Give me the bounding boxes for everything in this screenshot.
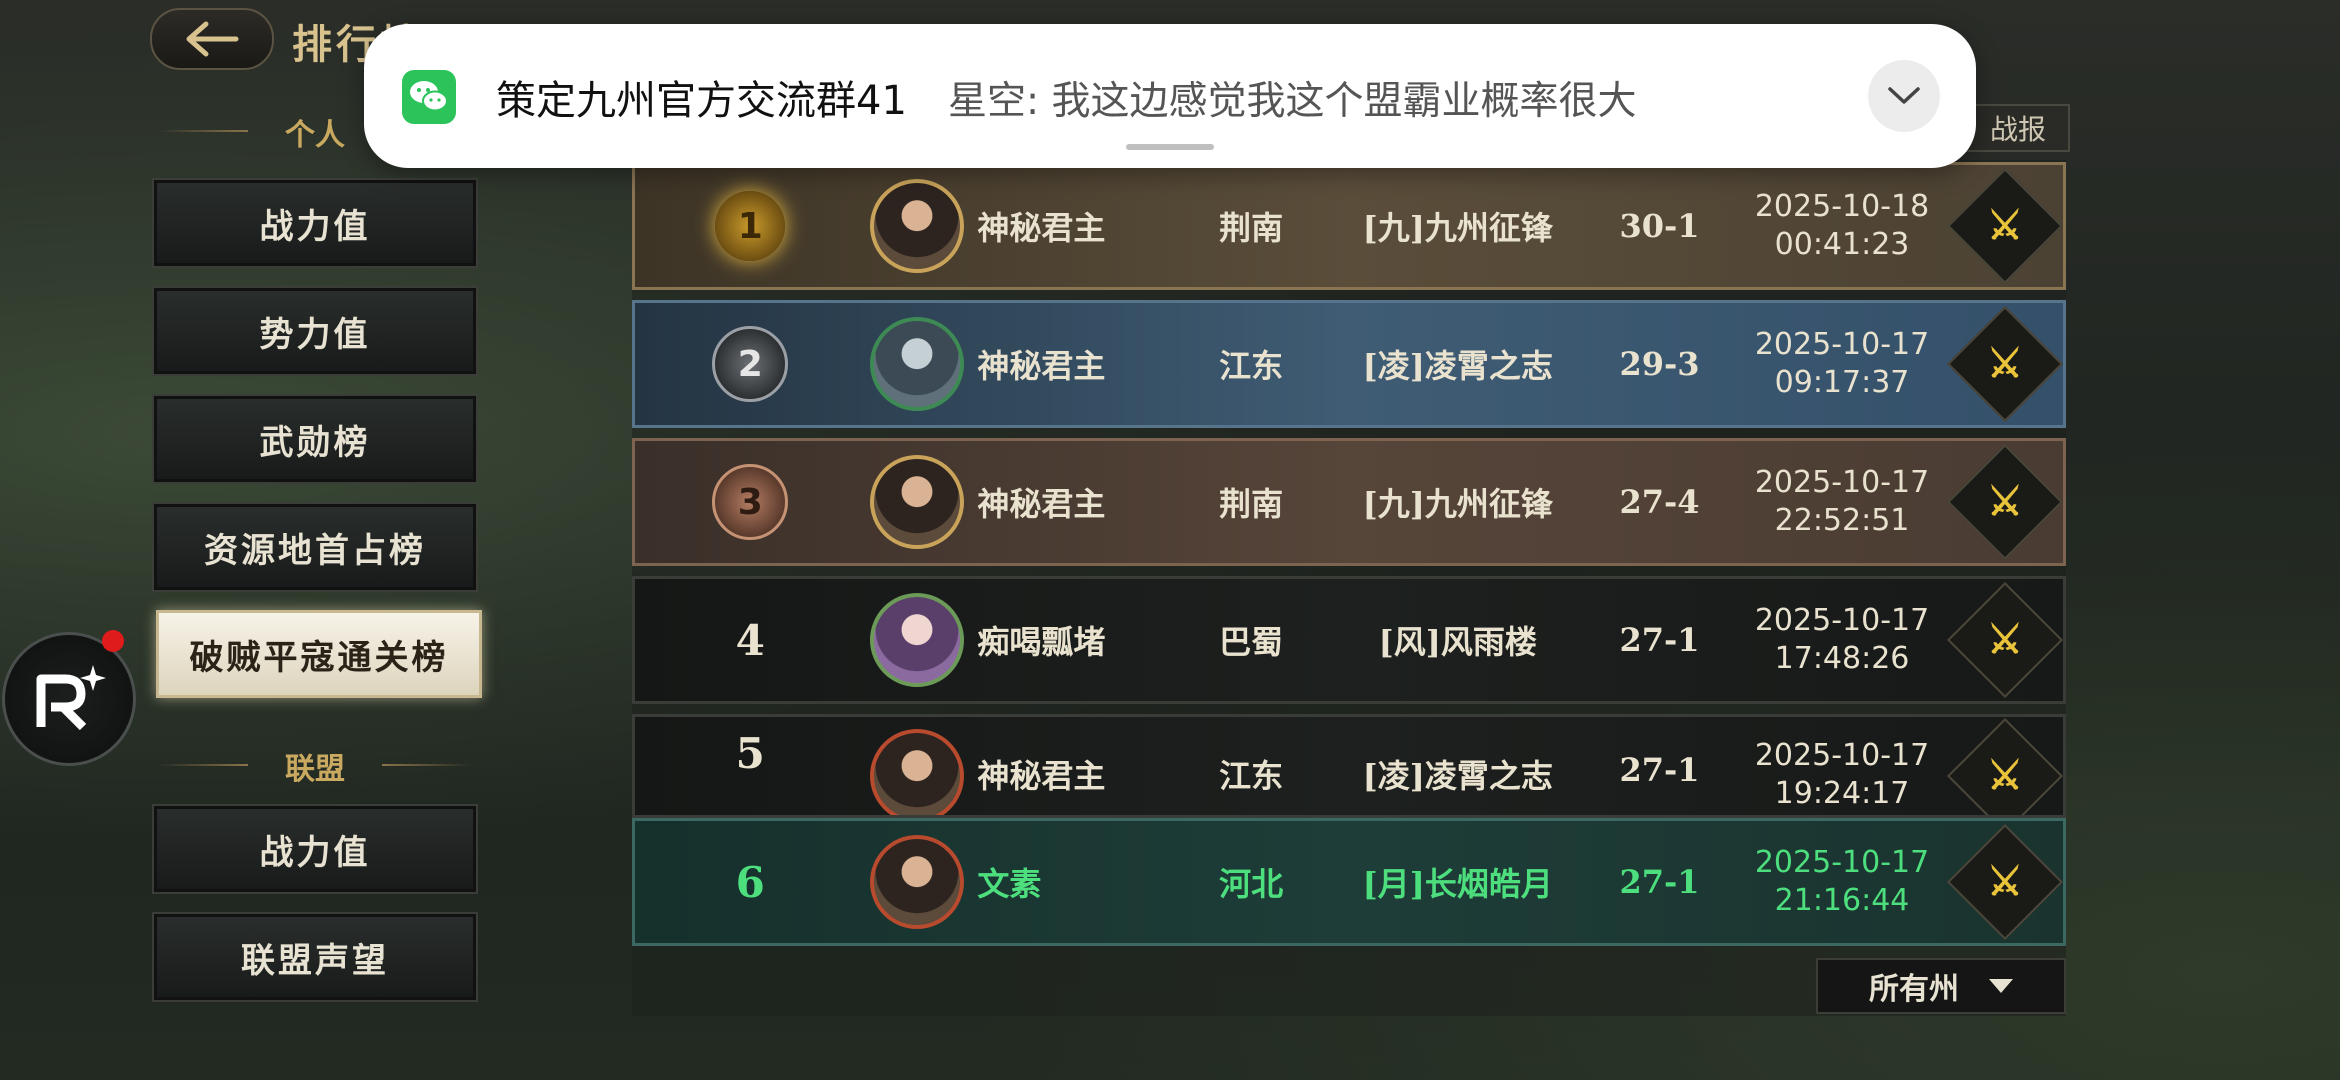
- drag-handle[interactable]: [1126, 144, 1214, 150]
- battle-replay-button[interactable]: ⚔: [1947, 582, 2064, 698]
- player-region: 河北: [1219, 865, 1284, 903]
- avatar[interactable]: [870, 729, 965, 815]
- player-alliance: [九]九州征锋: [1362, 485, 1553, 523]
- player-score: 27-1: [1619, 751, 1700, 789]
- wechat-icon: [402, 70, 456, 124]
- clear-time: 09:17:37: [1774, 365, 1910, 400]
- ranking-row: 3 神秘君主 荆南 [九]九州征锋 27-4 2025-10-17 22:52:5…: [632, 438, 2066, 566]
- section-label-text: 联盟: [285, 752, 345, 787]
- sidebar-item-alliance-power[interactable]: 战力值: [152, 804, 478, 894]
- player-alliance: [九]九州征锋: [1362, 209, 1553, 247]
- clear-date: 2025-10-17: [1754, 845, 1930, 880]
- sidebar-item-power[interactable]: 战力值: [152, 178, 478, 268]
- crossed-swords-icon: ⚔: [1987, 857, 2024, 905]
- player-alliance: [月]长烟皓月: [1362, 865, 1553, 903]
- clear-time: 22:52:51: [1774, 503, 1910, 538]
- sidebar-item-bandit-clear[interactable]: 破贼平寇通关榜: [156, 610, 482, 698]
- arrow-left-icon: [186, 21, 239, 57]
- rank-medal-silver: 2: [712, 326, 789, 402]
- avatar[interactable]: [870, 179, 965, 273]
- player-score: 27-1: [1619, 621, 1700, 659]
- player-region: 江东: [1219, 347, 1284, 385]
- player-score: 29-3: [1619, 345, 1700, 383]
- clear-date: 2025-10-17: [1754, 327, 1930, 362]
- sidebar-item-resource-first[interactable]: 资源地首占榜: [152, 502, 478, 592]
- player-score: 27-4: [1619, 483, 1700, 521]
- chevron-down-icon: [1888, 87, 1920, 104]
- rank-number: 4: [735, 615, 765, 665]
- player-alliance: [风]风雨楼: [1378, 623, 1537, 661]
- clear-date: 2025-10-17: [1754, 738, 1930, 773]
- back-button[interactable]: [150, 8, 274, 70]
- floating-r-button[interactable]: [2, 632, 136, 766]
- r-logo-icon: [36, 665, 106, 731]
- clear-date: 2025-10-17: [1754, 465, 1930, 500]
- notification-title: 策定九州官方交流群41: [496, 78, 907, 124]
- player-name: 神秘君主: [977, 485, 1106, 523]
- player-alliance: [凌]凌霄之志: [1362, 757, 1553, 795]
- battle-replay-button[interactable]: ⚔: [1947, 718, 2063, 815]
- player-name: 神秘君主: [977, 347, 1106, 385]
- player-name: 文素: [977, 865, 1042, 903]
- battle-replay-button[interactable]: ⚔: [1947, 168, 2064, 284]
- player-score: 27-1: [1619, 863, 1700, 901]
- clear-time: 00:41:23: [1774, 227, 1910, 262]
- ranking-row: 2 神秘君主 江东 [凌]凌霄之志 29-3 2025-10-17 09:17:3…: [632, 300, 2066, 428]
- crossed-swords-icon: ⚔: [1987, 339, 2024, 387]
- rank-medal-gold: 1: [715, 191, 786, 261]
- ranking-row: 4 痴喝瓢堵 巴蜀 [风]风雨楼 27-1 2025-10-17 17:48:26…: [632, 576, 2066, 704]
- battle-replay-button[interactable]: ⚔: [1947, 444, 2064, 560]
- crossed-swords-icon: ⚔: [1987, 615, 2024, 663]
- player-region: 巴蜀: [1219, 623, 1284, 661]
- notification-dot: [102, 630, 124, 652]
- self-ranking-row: 6 文素 河北 [月]长烟皓月 27-1 2025-10-17 21:16:44 …: [632, 818, 2066, 946]
- battle-replay-button[interactable]: ⚔: [1947, 824, 2064, 940]
- crossed-swords-icon: ⚔: [1987, 477, 2024, 525]
- notification-banner[interactable]: 策定九州官方交流群41 星空: 我这边感觉我这个盟霸业概率很大: [364, 24, 1976, 168]
- rank-medal-bronze: 3: [712, 464, 789, 540]
- clear-time: 21:16:44: [1774, 883, 1910, 918]
- state-filter-dropdown[interactable]: 所有州: [1816, 958, 2066, 1014]
- rank-number: 5: [735, 729, 765, 778]
- ranking-row: 1 神秘君主 荆南 [九]九州征锋 30-1 2025-10-18 00:41:2…: [632, 162, 2066, 290]
- player-name: 痴喝瓢堵: [977, 623, 1106, 661]
- player-region: 荆南: [1219, 209, 1284, 247]
- player-name: 神秘君主: [977, 209, 1106, 247]
- player-name: 神秘君主: [977, 757, 1106, 795]
- caret-down-icon: [1989, 979, 2013, 993]
- expand-button[interactable]: [1868, 60, 1940, 132]
- sidebar-item-merit[interactable]: 武勋榜: [152, 394, 478, 484]
- ranking-row: 5 神秘君主 江东 [凌]凌霄之志 27-1 2025-10-17 19:24:1…: [632, 714, 2066, 818]
- avatar[interactable]: [870, 455, 965, 549]
- sidebar-item-influence[interactable]: 势力值: [152, 286, 478, 376]
- clear-time: 17:48:26: [1774, 641, 1910, 676]
- clear-time: 19:24:17: [1774, 776, 1910, 811]
- clear-date: 2025-10-17: [1754, 603, 1930, 638]
- battle-replay-button[interactable]: ⚔: [1947, 306, 2064, 422]
- avatar[interactable]: [870, 593, 965, 687]
- crossed-swords-icon: ⚔: [1987, 201, 2024, 249]
- player-region: 江东: [1219, 757, 1284, 795]
- crossed-swords-icon: ⚔: [1987, 751, 2024, 799]
- avatar[interactable]: [870, 317, 965, 411]
- clear-date: 2025-10-18: [1754, 189, 1930, 224]
- avatar[interactable]: [870, 835, 965, 929]
- sidebar-item-alliance-prestige[interactable]: 联盟声望: [152, 912, 478, 1002]
- battle-report-tab[interactable]: 战报: [1966, 104, 2070, 152]
- player-alliance: [凌]凌霄之志: [1362, 347, 1553, 385]
- state-filter-value: 所有州: [1869, 972, 1959, 1007]
- rank-number: 6: [735, 857, 765, 907]
- section-label-alliance: 联盟: [150, 744, 480, 788]
- player-region: 荆南: [1219, 485, 1284, 523]
- section-label-text: 个人: [285, 118, 345, 153]
- player-score: 30-1: [1619, 207, 1700, 245]
- notification-message: 星空: 我这边感觉我这个盟霸业概率很大: [948, 79, 1637, 124]
